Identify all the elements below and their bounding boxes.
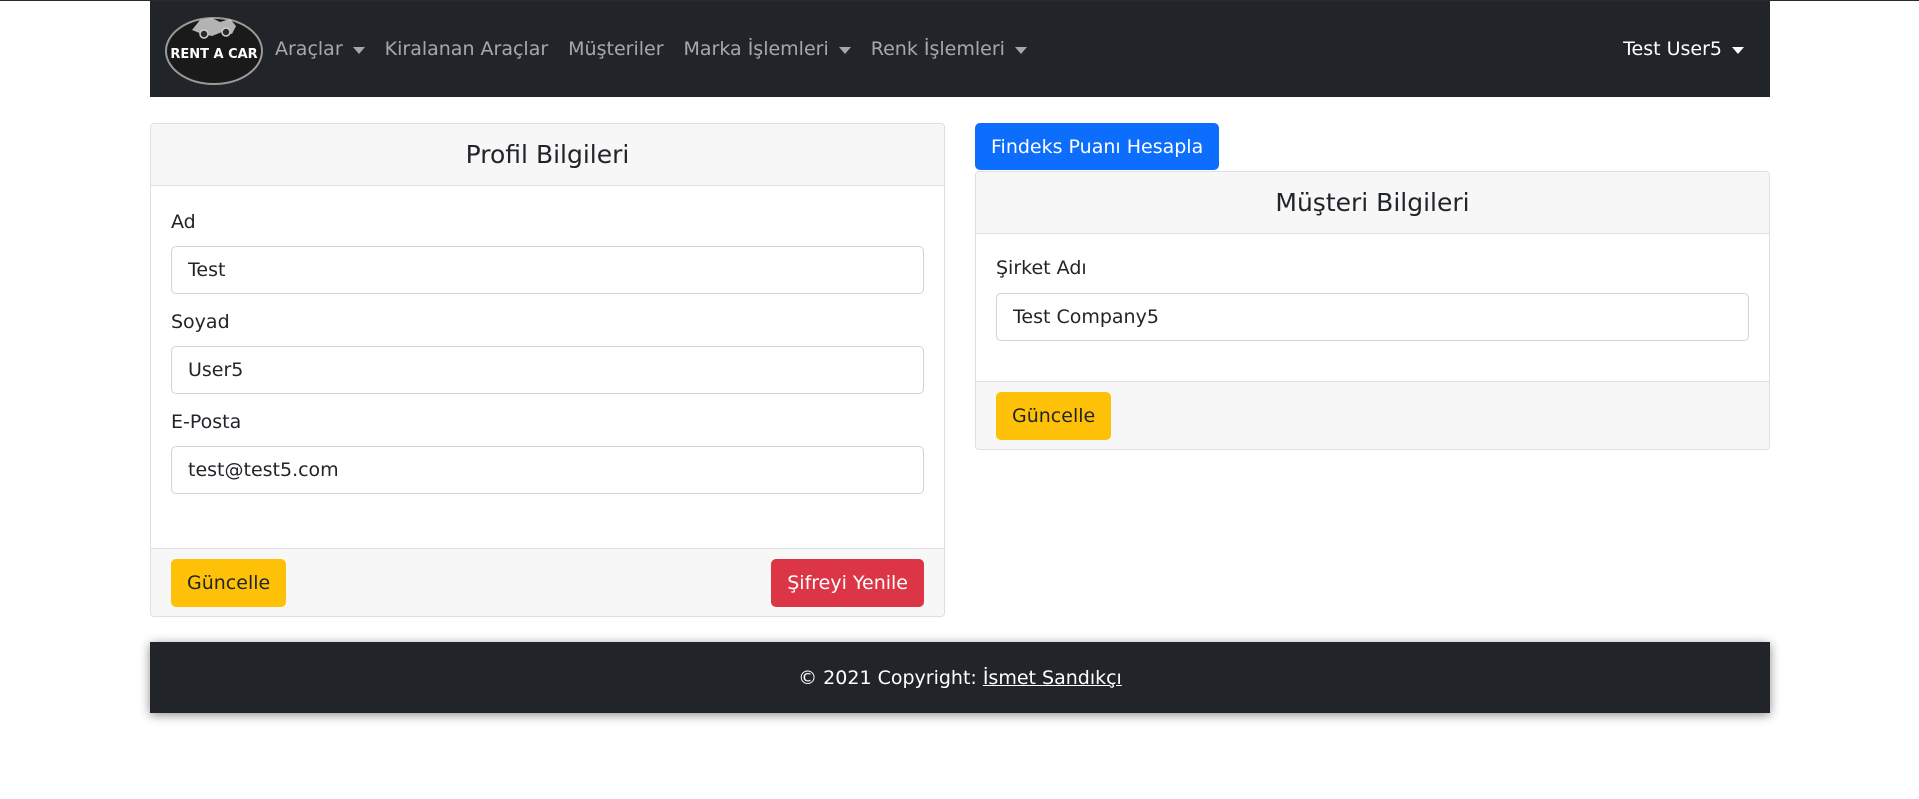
rent-a-car-logo[interactable]: RENT A CAR bbox=[164, 10, 264, 86]
email-label: E-Posta bbox=[171, 411, 242, 433]
nav-menu: Araçlar Kiralanan Araçlar Müşteriler Mar… bbox=[275, 1, 1047, 97]
logo-graphic: RENT A CAR bbox=[165, 17, 263, 85]
profile-card-title: Profil Bilgileri bbox=[151, 124, 944, 186]
company-name-label: Şirket Adı bbox=[996, 257, 1087, 279]
author-link[interactable]: İsmet Sandıkçı bbox=[983, 667, 1122, 689]
profile-card-footer: Güncelle Şifreyi Yenile bbox=[151, 548, 944, 616]
svg-text:RENT A CAR: RENT A CAR bbox=[170, 47, 257, 62]
chevron-down-icon bbox=[838, 46, 851, 54]
first-name-label: Ad bbox=[171, 211, 196, 233]
findeks-score-button[interactable]: Findeks Puanı Hesapla bbox=[975, 123, 1220, 170]
company-name-input[interactable] bbox=[996, 293, 1749, 341]
top-navbar: RENT A CAR Araçlar Kiralanan Araçlar Müş… bbox=[150, 1, 1770, 97]
first-name-input[interactable] bbox=[171, 246, 924, 294]
nav-item-label: Marka İşlemleri bbox=[683, 38, 829, 60]
email-input[interactable] bbox=[171, 446, 924, 494]
copyright-text: © 2021 Copyright: bbox=[798, 666, 977, 689]
nav-item-label: Renk İşlemleri bbox=[870, 38, 1005, 60]
chevron-down-icon bbox=[1014, 46, 1027, 54]
customer-card: Müşteri Bilgileri Şirket Adı Güncelle bbox=[975, 171, 1770, 450]
reset-password-button[interactable]: Şifreyi Yenile bbox=[771, 559, 924, 607]
last-name-label: Soyad bbox=[171, 311, 230, 333]
nav-item-musteriler[interactable]: Müşteriler bbox=[568, 38, 663, 60]
chevron-down-icon bbox=[1732, 46, 1744, 54]
profile-update-button[interactable]: Güncelle bbox=[171, 559, 287, 607]
nav-item-marka-islemleri[interactable]: Marka İşlemleri bbox=[684, 38, 851, 60]
nav-item-label: Araçlar bbox=[275, 38, 343, 60]
customer-card-footer: Güncelle bbox=[976, 381, 1769, 449]
nav-item-renk-islemleri[interactable]: Renk İşlemleri bbox=[871, 38, 1027, 60]
nav-item-label: Müşteriler bbox=[568, 38, 664, 60]
nav-item-araclar[interactable]: Araçlar bbox=[275, 38, 365, 60]
nav-item-kiralanan-araclar[interactable]: Kiralanan Araçlar bbox=[385, 38, 549, 60]
nav-item-label: Kiralanan Araçlar bbox=[384, 38, 549, 60]
profile-card-body: Ad Soyad E-Posta bbox=[151, 210, 944, 494]
user-menu-dropdown[interactable]: Test User5 bbox=[1623, 1, 1744, 97]
chevron-down-icon bbox=[352, 46, 365, 54]
customer-update-button[interactable]: Güncelle bbox=[996, 392, 1112, 440]
profile-card: Profil Bilgileri Ad Soyad E-Posta Güncel… bbox=[150, 123, 945, 617]
last-name-input[interactable] bbox=[171, 346, 924, 394]
customer-card-body: Şirket Adı bbox=[976, 256, 1769, 341]
page-footer: © 2021 Copyright: İsmet Sandıkçı bbox=[150, 642, 1770, 713]
customer-card-title: Müşteri Bilgileri bbox=[976, 172, 1769, 234]
user-name-label: Test User5 bbox=[1623, 38, 1722, 60]
